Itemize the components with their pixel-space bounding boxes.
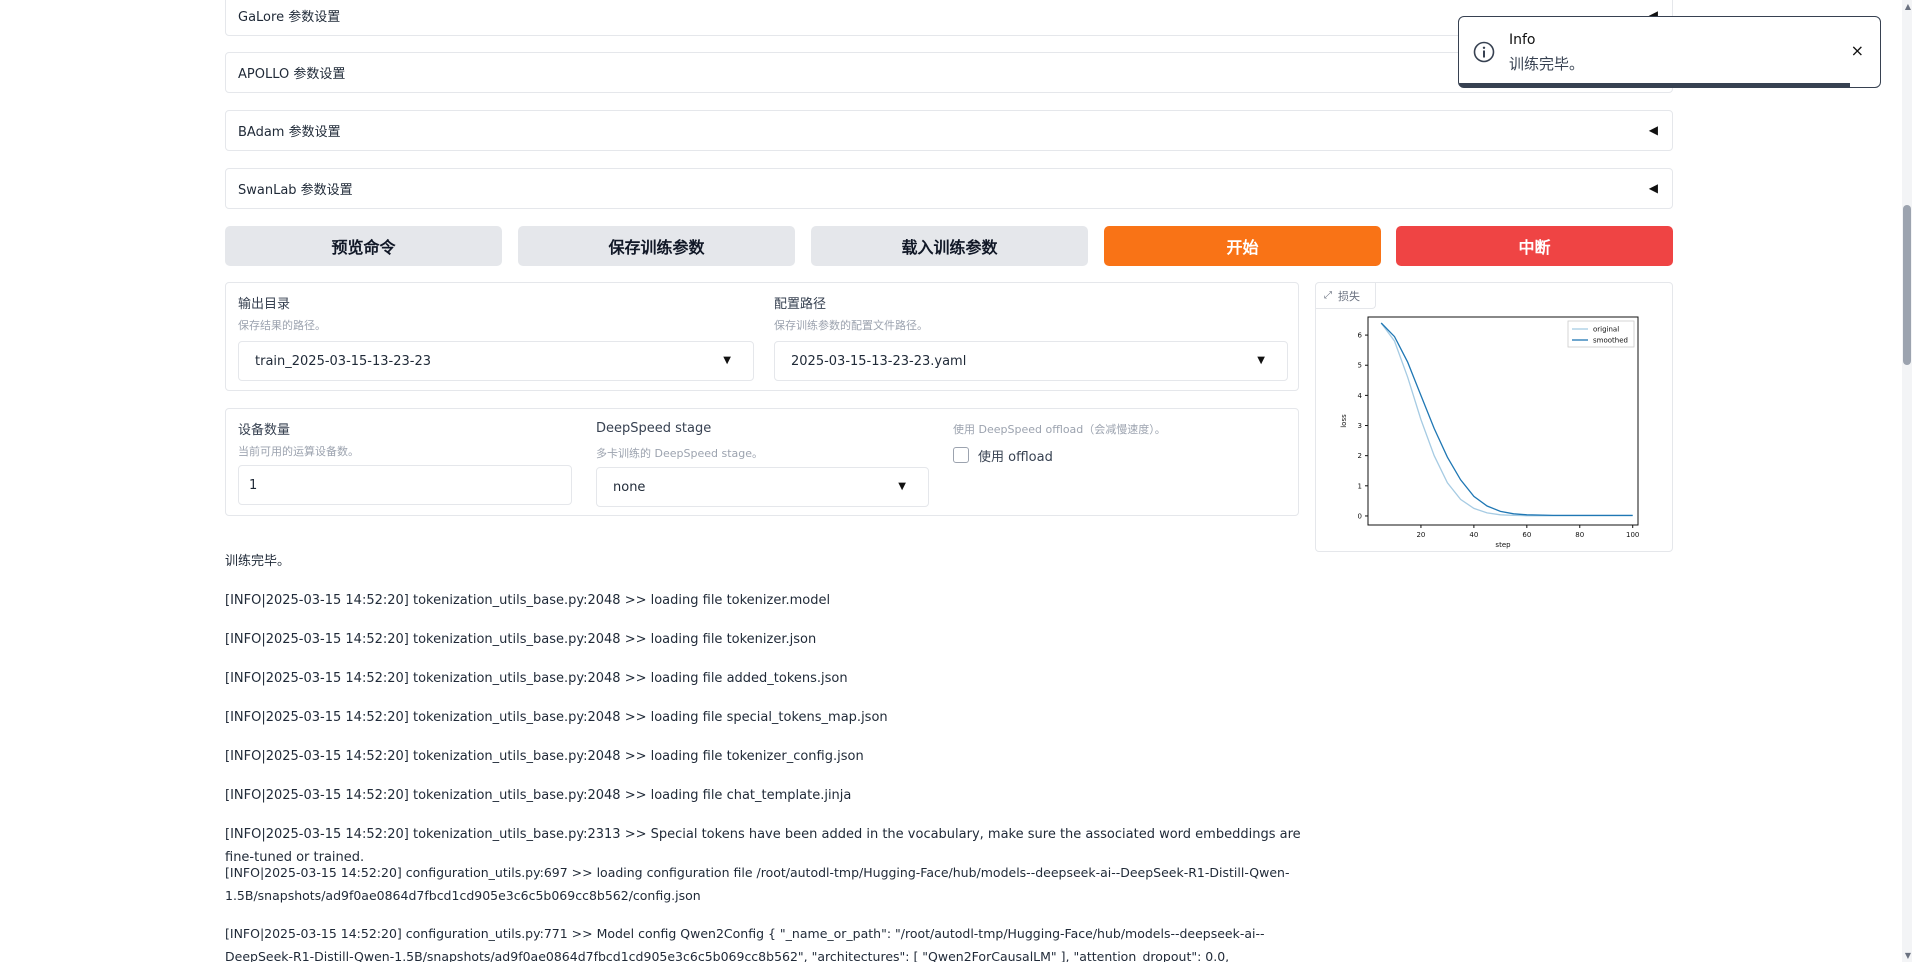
x-tick-label: 40	[1469, 531, 1478, 539]
device-count-value: 1	[249, 477, 258, 493]
y-axis-label: loss	[1340, 414, 1348, 428]
output-dir-label: 输出目录	[238, 297, 291, 312]
log-line: [INFO|2025-03-15 14:52:20] configuration…	[225, 865, 1290, 903]
loss-plot-panel: ⤢ 损失 20 40 60 80 100 0 1 2 3 4 5 6 step loss original s…	[1315, 282, 1673, 552]
log-line: [INFO|2025-03-15 14:52:20] configuration…	[225, 926, 1265, 962]
ds-stage-label: DeepSpeed stage	[596, 421, 712, 436]
info-toast: Info 训练完毕。 ×	[1458, 16, 1881, 88]
accordion-label: SwanLab 参数设置	[238, 183, 353, 198]
scroll-down-icon[interactable]: ▼	[1905, 951, 1911, 960]
accordion-badam[interactable]: BAdam 参数设置 ◀	[225, 110, 1673, 151]
chart-icon: ⤢	[1324, 290, 1332, 301]
log-line: [INFO|2025-03-15 14:52:20] tokenization_…	[225, 710, 888, 725]
start-button[interactable]: 开始	[1104, 226, 1381, 266]
x-tick-label: 60	[1522, 531, 1531, 539]
log-line: [INFO|2025-03-15 14:52:20] tokenization_…	[225, 593, 831, 608]
y-tick-label: 4	[1358, 392, 1363, 400]
config-path-value: 2025-03-15-13-23-23.yaml	[791, 353, 967, 369]
accordion-swanlab[interactable]: SwanLab 参数设置 ◀	[225, 168, 1673, 209]
legend-label-original: original	[1593, 326, 1619, 334]
device-count-info: 当前可用的运算设备数。	[238, 445, 359, 458]
config-path-info: 保存训练参数的配置文件路径。	[774, 319, 928, 332]
log-heading: 训练完毕。	[225, 554, 291, 569]
close-icon[interactable]: ×	[1851, 41, 1864, 60]
abort-button[interactable]: 中断	[1396, 226, 1673, 266]
output-dir-select[interactable]: train_2025-03-15-13-23-23 ▼	[238, 341, 754, 381]
x-tick-label: 80	[1575, 531, 1584, 539]
y-tick-label: 1	[1358, 482, 1362, 490]
accordion-label: GaLore 参数设置	[238, 10, 341, 25]
scroll-up-icon[interactable]: ▲	[1905, 2, 1911, 11]
log-line: [INFO|2025-03-15 14:52:20] tokenization_…	[225, 632, 817, 647]
config-path-select[interactable]: 2025-03-15-13-23-23.yaml ▼	[774, 341, 1288, 381]
load-args-button[interactable]: 载入训练参数	[811, 226, 1088, 266]
accordion-label: BAdam 参数设置	[238, 125, 341, 140]
info-icon	[1473, 41, 1495, 63]
ds-stage-select[interactable]: none ▼	[596, 467, 929, 507]
plot-frame	[1367, 316, 1639, 526]
device-deepspeed-block: 设备数量 当前可用的运算设备数。 1 DeepSpeed stage 多卡训练的…	[225, 408, 1299, 516]
x-tick-label: 20	[1416, 531, 1425, 539]
chevron-down-icon: ▼	[898, 481, 906, 492]
x-tick-label: 100	[1626, 531, 1639, 539]
ds-offload-label: 使用 offload	[978, 450, 1053, 465]
ds-offload-checkbox[interactable]	[953, 447, 969, 463]
y-tick-label: 0	[1358, 512, 1362, 520]
device-count-label: 设备数量	[238, 423, 291, 438]
accordion-label: APOLLO 参数设置	[238, 67, 346, 82]
x-axis-label: step	[1495, 541, 1511, 549]
accordion-galore[interactable]: GaLore 参数设置 ◀	[225, 0, 1673, 36]
caret-left-icon: ◀	[1648, 123, 1658, 137]
save-args-button[interactable]: 保存训练参数	[518, 226, 795, 266]
output-dir-info: 保存结果的路径。	[238, 319, 326, 332]
y-tick-label: 6	[1358, 332, 1363, 340]
loss-plot-tab: ⤢ 损失	[1316, 283, 1376, 309]
log-line: [INFO|2025-03-15 14:52:20] tokenization_…	[225, 788, 852, 803]
log-line: [INFO|2025-03-15 14:52:20] tokenization_…	[225, 671, 848, 686]
chevron-down-icon: ▼	[723, 355, 731, 366]
loss-plot-label: 损失	[1338, 289, 1360, 303]
y-tick-label: 2	[1358, 452, 1362, 460]
loss-chart: 20 40 60 80 100 0 1 2 3 4 5 6 step loss original smooth…	[1340, 316, 1639, 549]
caret-left-icon: ◀	[1648, 181, 1658, 195]
legend-label-smoothed: smoothed	[1593, 337, 1628, 345]
log-line: [INFO|2025-03-15 14:52:20] tokenization_…	[225, 749, 864, 764]
page-scrollbar[interactable]: ▲ ▼	[1902, 0, 1912, 962]
config-path-label: 配置路径	[774, 297, 827, 312]
toast-progress-bar	[1459, 83, 1850, 87]
ds-stage-value: none	[613, 479, 646, 495]
preview-command-button[interactable]: 预览命令	[225, 226, 502, 266]
ds-offload-info: 使用 DeepSpeed offload（会减慢速度）。	[953, 423, 1166, 436]
device-count-input[interactable]: 1	[238, 465, 572, 505]
chevron-down-icon: ▼	[1257, 355, 1265, 366]
y-tick-label: 5	[1358, 362, 1362, 370]
toast-message: 训练完毕。	[1509, 55, 1585, 73]
accordion-apollo[interactable]: APOLLO 参数设置 ◀	[225, 52, 1673, 93]
scrollbar-thumb[interactable]	[1903, 205, 1911, 365]
y-tick-label: 3	[1358, 422, 1362, 430]
ds-stage-info: 多卡训练的 DeepSpeed stage。	[596, 447, 763, 460]
output-config-block: 输出目录 保存结果的路径。 train_2025-03-15-13-23-23 …	[225, 282, 1299, 391]
toast-title: Info	[1509, 32, 1536, 48]
output-dir-value: train_2025-03-15-13-23-23	[255, 353, 432, 369]
